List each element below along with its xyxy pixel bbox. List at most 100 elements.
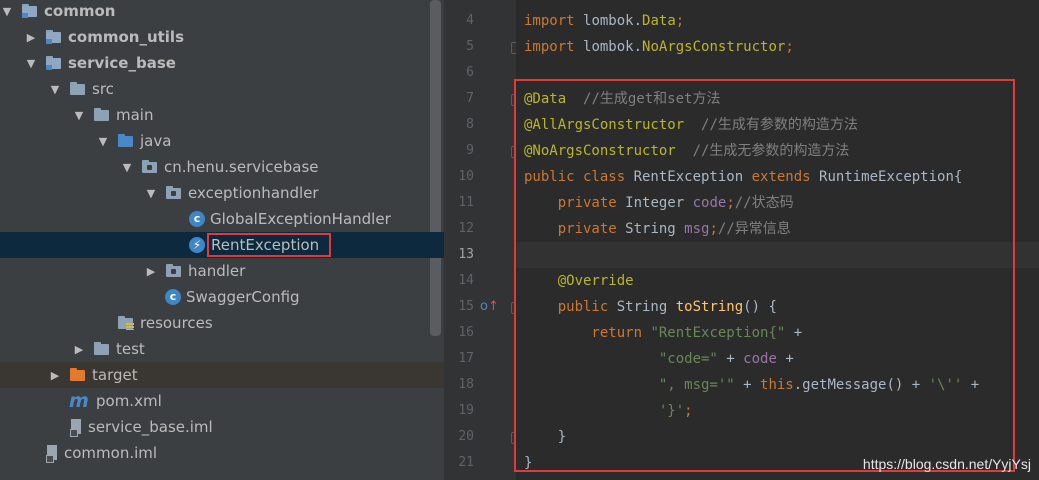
tree-item-label: common_utils bbox=[68, 28, 185, 46]
code-line[interactable]: import lombok.Data; bbox=[516, 8, 1039, 34]
tree-item-target[interactable]: ▶ target bbox=[0, 362, 444, 388]
code-token: ; bbox=[785, 39, 794, 55]
line-number: 19 bbox=[458, 403, 474, 418]
resources-folder-icon bbox=[117, 315, 135, 331]
line-number: 7 bbox=[466, 91, 474, 106]
code-editor[interactable]: import lombok.Data; import lombok.NoArgsC… bbox=[516, 0, 1039, 480]
code-line[interactable] bbox=[516, 60, 1039, 86]
collapse-arrow-icon[interactable]: ▼ bbox=[72, 109, 86, 122]
tree-item-common-utils[interactable]: ▶ common_utils bbox=[0, 24, 444, 50]
code-token: + bbox=[734, 377, 761, 393]
module-folder-icon bbox=[45, 55, 63, 71]
collapse-arrow-icon[interactable]: ▼ bbox=[0, 5, 14, 18]
exception-class-icon: ⚡ bbox=[189, 237, 205, 253]
collapse-arrow-icon[interactable]: ▼ bbox=[48, 83, 62, 96]
tree-item-label: exceptionhandler bbox=[188, 184, 319, 202]
collapse-arrow-icon[interactable]: ▼ bbox=[24, 57, 38, 70]
code-token: extends bbox=[751, 169, 820, 185]
tree-item-label: common bbox=[44, 2, 116, 20]
collapse-arrow-icon[interactable]: ▼ bbox=[120, 161, 134, 174]
code-token: ; bbox=[675, 13, 685, 29]
collapse-arrow-icon[interactable]: ▼ bbox=[144, 187, 158, 200]
tree-item-globalexceptionhandler[interactable]: ▶cGlobalExceptionHandler bbox=[0, 206, 444, 232]
code-line[interactable] bbox=[516, 242, 1039, 268]
code-token: Data bbox=[642, 13, 676, 29]
tree-item-common[interactable]: ▼ common bbox=[0, 0, 444, 24]
code-token: @Data bbox=[524, 91, 567, 107]
expand-arrow-icon[interactable]: ▶ bbox=[144, 265, 158, 278]
overrides-method-icon[interactable]: o↑ bbox=[480, 300, 499, 314]
tree-item-pom-xml[interactable]: ▶mpom.xml bbox=[0, 388, 444, 414]
code-token: RentException bbox=[633, 169, 752, 185]
tree-item-common-iml[interactable]: ▶common.iml bbox=[0, 440, 444, 466]
expand-arrow-icon[interactable]: ▶ bbox=[48, 369, 62, 382]
watermark: https://blog.csdn.net/YyjYsj bbox=[862, 456, 1031, 472]
tree-item-label: service_base.iml bbox=[88, 418, 213, 436]
code-line[interactable]: return "RentException{" + bbox=[516, 320, 1039, 346]
tree-item-handler[interactable]: ▶ handler bbox=[0, 258, 444, 284]
line-number: 11 bbox=[458, 195, 474, 210]
tree-item-label: main bbox=[116, 106, 154, 124]
collapse-arrow-icon[interactable]: ▼ bbox=[96, 135, 110, 148]
iml-file-icon bbox=[69, 419, 83, 437]
code-token: return bbox=[524, 325, 651, 341]
code-token: import bbox=[524, 39, 584, 55]
code-token: + bbox=[776, 351, 794, 367]
code-line[interactable]: '}'; bbox=[516, 398, 1039, 424]
maven-icon: m bbox=[69, 390, 89, 412]
code-token: '\'' bbox=[928, 377, 963, 393]
code-line[interactable]: @Override bbox=[516, 268, 1039, 294]
code-token: import bbox=[524, 13, 584, 29]
line-number-gutter: o↑ 4 5 6 7 8 9 10 11 12 13 14 15 16 17 18 19 20 21 bbox=[444, 0, 521, 480]
tree-item-rentexception[interactable]: ▶⚡RentException bbox=[0, 232, 444, 258]
line-number: 18 bbox=[458, 377, 474, 392]
tree-item-resources[interactable]: ▶resources bbox=[0, 310, 444, 336]
code-line[interactable]: @NoArgsConstructor //生成无参数的构造方法 bbox=[516, 138, 1039, 164]
tree-item-cn-henu-servicebase[interactable]: ▼ cn.henu.servicebase bbox=[0, 154, 444, 180]
folder-icon bbox=[93, 107, 111, 123]
code-line[interactable]: } bbox=[516, 424, 1039, 450]
code-token: //生成有参数的构造方法 bbox=[684, 117, 858, 133]
code-line[interactable]: public String toString() { bbox=[516, 294, 1039, 320]
tree-item-java[interactable]: ▼ java bbox=[0, 128, 444, 154]
tree-item-swaggerconfig[interactable]: ▶cSwaggerConfig bbox=[0, 284, 444, 310]
tree-item-service-base[interactable]: ▼ service_base bbox=[0, 50, 444, 76]
code-token: String bbox=[625, 221, 685, 237]
tree-item-label: java bbox=[140, 132, 172, 150]
code-line[interactable]: public class RentException extends Runti… bbox=[516, 164, 1039, 190]
package-icon bbox=[165, 185, 183, 201]
tree-item-label: service_base bbox=[68, 54, 176, 72]
code-line[interactable]: @Data //生成get和set方法 bbox=[516, 86, 1039, 112]
code-line[interactable]: private String msg;//异常信息 bbox=[516, 216, 1039, 242]
package-icon bbox=[141, 159, 159, 175]
code-token: ; bbox=[726, 195, 735, 211]
tree-item-test[interactable]: ▶ test bbox=[0, 336, 444, 362]
source-folder-icon bbox=[117, 133, 135, 149]
code-line[interactable]: import lombok.NoArgsConstructor; bbox=[516, 34, 1039, 60]
code-line[interactable]: ", msg='" + this.getMessage() + '\'' + bbox=[516, 372, 1039, 398]
code-line[interactable]: @AllArgsConstructor //生成有参数的构造方法 bbox=[516, 112, 1039, 138]
line-number: 8 bbox=[466, 117, 474, 132]
line-number: 4 bbox=[466, 13, 474, 28]
tree-item-src[interactable]: ▼ src bbox=[0, 76, 444, 102]
tree-item-label: GlobalExceptionHandler bbox=[210, 210, 391, 228]
tree-item-exceptionhandler[interactable]: ▼ exceptionhandler bbox=[0, 180, 444, 206]
code-line[interactable]: "code=" + code + bbox=[516, 346, 1039, 372]
code-token: + bbox=[962, 377, 980, 393]
tree-item-label: target bbox=[92, 366, 138, 384]
code-token: public class bbox=[524, 169, 634, 185]
expand-arrow-icon[interactable]: ▶ bbox=[24, 31, 38, 44]
tree-item-service-base-iml[interactable]: ▶service_base.iml bbox=[0, 414, 444, 440]
line-number: 12 bbox=[458, 221, 474, 236]
line-number: 14 bbox=[458, 273, 474, 288]
expand-arrow-icon[interactable]: ▶ bbox=[72, 343, 86, 356]
tree-item-label: cn.henu.servicebase bbox=[164, 158, 319, 176]
code-line[interactable]: private Integer code;//状态码 bbox=[516, 190, 1039, 216]
tree-item-main[interactable]: ▼ main bbox=[0, 102, 444, 128]
code-token: } bbox=[524, 429, 567, 445]
code-token: } bbox=[524, 455, 533, 471]
line-number: 16 bbox=[458, 325, 474, 340]
code-token: @Override bbox=[524, 273, 634, 289]
